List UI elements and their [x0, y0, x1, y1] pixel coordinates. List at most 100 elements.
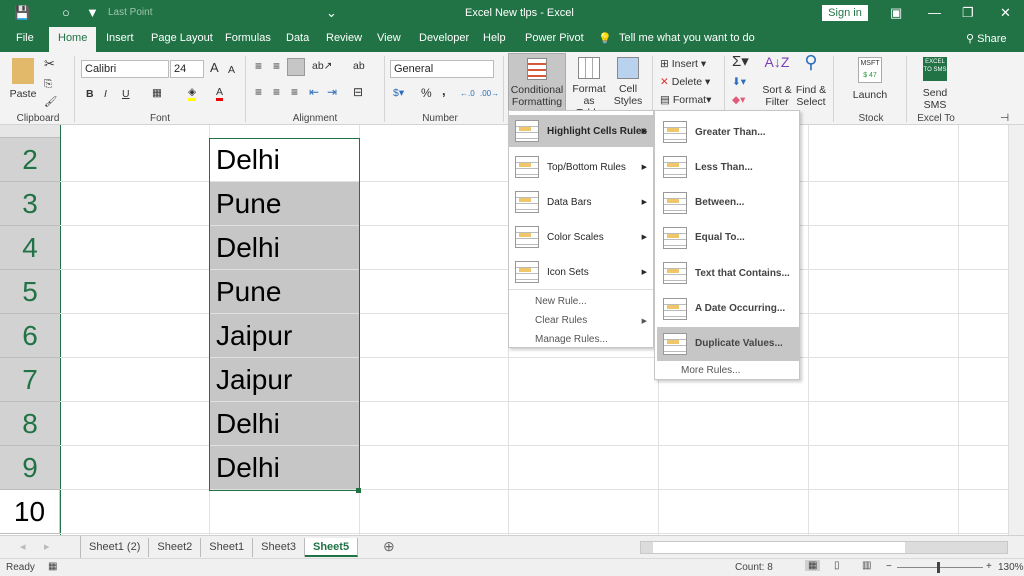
save-icon[interactable]: 💾: [14, 5, 30, 21]
highlight-rule-item[interactable]: Equal To...: [657, 221, 799, 255]
cf-menu-item[interactable]: Highlight Cells Rules ▶: [509, 115, 653, 147]
cf-menu-item[interactable]: Top/Bottom Rules ▶: [509, 151, 653, 183]
sort-filter-button[interactable]: A↓Z Sort & Filter: [760, 55, 794, 108]
highlight-rule-item[interactable]: Text that Contains...: [657, 256, 799, 290]
align-top-icon[interactable]: ≡: [255, 60, 262, 72]
zoom-level[interactable]: 130%: [998, 562, 1024, 573]
scroll-sheets-left-icon[interactable]: ◂: [20, 540, 26, 553]
fill-handle[interactable]: [356, 488, 361, 493]
sheet-tab[interactable]: Sheet3: [253, 538, 305, 557]
normal-view-icon[interactable]: ▦: [805, 560, 821, 571]
align-center-icon[interactable]: ≡: [273, 86, 280, 98]
sheet-tab[interactable]: Sheet1 (2): [81, 538, 150, 557]
copy-icon[interactable]: ⎘: [44, 78, 52, 90]
send-sms-button[interactable]: EXCEL TO SMS Send SMS: [916, 57, 954, 111]
decrease-decimal-icon[interactable]: .00→: [480, 88, 499, 100]
tab-help[interactable]: Help: [483, 32, 506, 44]
tab-developer[interactable]: Developer: [419, 32, 469, 44]
italic-button[interactable]: I: [104, 88, 107, 100]
sign-in-button[interactable]: Sign in: [822, 5, 868, 21]
row-header[interactable]: 3: [0, 182, 60, 226]
sheet-tab[interactable]: Sheet5: [305, 538, 359, 557]
cf-menu-small-item[interactable]: Manage Rules...: [509, 330, 653, 349]
merge-center-icon[interactable]: ⊟: [353, 86, 363, 98]
row-header[interactable]: 2: [0, 138, 60, 182]
highlight-rule-item[interactable]: A Date Occurring...: [657, 292, 799, 326]
row-header[interactable]: 9: [0, 446, 60, 490]
insert-cells-button[interactable]: ⊞ Insert ▾: [660, 58, 706, 70]
row-header-1[interactable]: [0, 125, 60, 138]
find-select-button[interactable]: ⚲ Find & Select: [794, 53, 828, 108]
page-layout-view-icon[interactable]: ▯: [834, 560, 840, 571]
zoom-slider-thumb[interactable]: [937, 562, 940, 573]
row-header[interactable]: 6: [0, 314, 60, 358]
cell-styles-button[interactable]: Cell Styles: [612, 57, 644, 107]
tell-me-search[interactable]: Tell me what you want to do: [619, 32, 755, 44]
pin-ribbon-icon[interactable]: ⊣: [1000, 112, 1009, 124]
cf-menu-item[interactable]: Color Scales ▶: [509, 221, 653, 253]
scroll-sheets-right-icon[interactable]: ▸: [44, 540, 50, 553]
conditional-formatting-button[interactable]: Conditional Formatting: [508, 53, 566, 111]
orientation-icon[interactable]: ab↗: [312, 60, 332, 72]
comma-button[interactable]: ,: [442, 84, 446, 97]
decrease-indent-icon[interactable]: ⇤: [309, 86, 319, 98]
last-point-button[interactable]: Last Point: [108, 7, 152, 18]
delete-cells-button[interactable]: ✕ Delete ▾: [660, 76, 710, 88]
cf-menu-item[interactable]: Data Bars ▶: [509, 186, 653, 218]
row-header[interactable]: 5: [0, 270, 60, 314]
autosum-icon[interactable]: Σ▾: [732, 54, 749, 69]
highlight-rule-item[interactable]: Duplicate Values...: [657, 326, 799, 361]
increase-decimal-icon[interactable]: ←.0: [460, 88, 475, 100]
align-left-icon[interactable]: ≡: [255, 86, 262, 98]
highlight-rule-item[interactable]: Greater Than...: [657, 115, 799, 149]
format-cells-button[interactable]: ▤ Format▾: [660, 94, 711, 106]
tab-review[interactable]: Review: [326, 32, 362, 44]
minimize-icon[interactable]: —: [928, 5, 941, 20]
vertical-scrollbar[interactable]: [1008, 125, 1024, 535]
row-header[interactable]: 8: [0, 402, 60, 446]
sheet-tab[interactable]: Sheet2: [149, 538, 202, 557]
tab-power-pivot[interactable]: Power Pivot: [525, 32, 584, 44]
tab-view[interactable]: View: [377, 32, 401, 44]
font-color-icon[interactable]: A: [216, 86, 224, 101]
row-header[interactable]: 7: [0, 358, 60, 402]
fill-icon[interactable]: ⬇▾: [732, 76, 746, 88]
underline-button[interactable]: U: [122, 88, 130, 100]
cut-icon[interactable]: ✂: [44, 57, 55, 70]
cf-menu-small-item[interactable]: New Rule...: [509, 292, 653, 311]
circle-icon[interactable]: ○: [62, 5, 70, 20]
align-middle-icon[interactable]: ≡: [273, 60, 280, 72]
tab-page-layout[interactable]: Page Layout: [151, 32, 213, 44]
clear-icon[interactable]: ◆▾: [732, 94, 745, 106]
tab-data[interactable]: Data: [286, 32, 309, 44]
filter-icon[interactable]: ▼: [86, 5, 99, 20]
accounting-format-icon[interactable]: $▾: [393, 87, 404, 99]
zoom-in-button[interactable]: +: [986, 561, 992, 572]
decrease-font-icon[interactable]: A: [228, 64, 235, 76]
restore-icon[interactable]: ❐: [962, 5, 974, 21]
share-button[interactable]: ⚲ Share: [966, 32, 1006, 45]
tab-home[interactable]: Home: [49, 27, 97, 52]
row-header[interactable]: 4: [0, 226, 60, 270]
cf-menu-small-item[interactable]: Clear Rules ▶: [509, 311, 653, 330]
more-rules-item[interactable]: More Rules...: [655, 362, 799, 378]
align-bottom-icon[interactable]: [287, 58, 305, 76]
format-painter-icon[interactable]: 🖌: [44, 96, 57, 108]
tab-file[interactable]: File: [16, 32, 34, 44]
wrap-text-icon[interactable]: ab: [353, 60, 365, 72]
number-format-select[interactable]: General: [390, 60, 494, 78]
page-break-view-icon[interactable]: ▥: [862, 560, 871, 571]
row-header[interactable]: 10: [0, 490, 60, 534]
macro-record-icon[interactable]: ▦: [48, 561, 57, 572]
align-right-icon[interactable]: ≡: [291, 86, 298, 98]
font-name-select[interactable]: Calibri: [81, 60, 169, 78]
paste-button[interactable]: Paste: [8, 58, 38, 100]
scrollbar-thumb[interactable]: [653, 542, 905, 553]
highlight-rule-item[interactable]: Less Than...: [657, 150, 799, 184]
increase-font-icon[interactable]: A: [210, 61, 219, 74]
new-sheet-icon[interactable]: ⊕: [383, 538, 395, 555]
horizontal-scrollbar[interactable]: [640, 541, 1008, 554]
stock-launch-button[interactable]: MSFT $ 47 Launch: [850, 57, 890, 101]
percent-button[interactable]: %: [421, 87, 432, 99]
worksheet-grid[interactable]: 2 Delhi 3 Pune 4 Delhi 5 Pune 6 Jaipur 7 Jaipur 8 Del…: [0, 125, 1024, 535]
